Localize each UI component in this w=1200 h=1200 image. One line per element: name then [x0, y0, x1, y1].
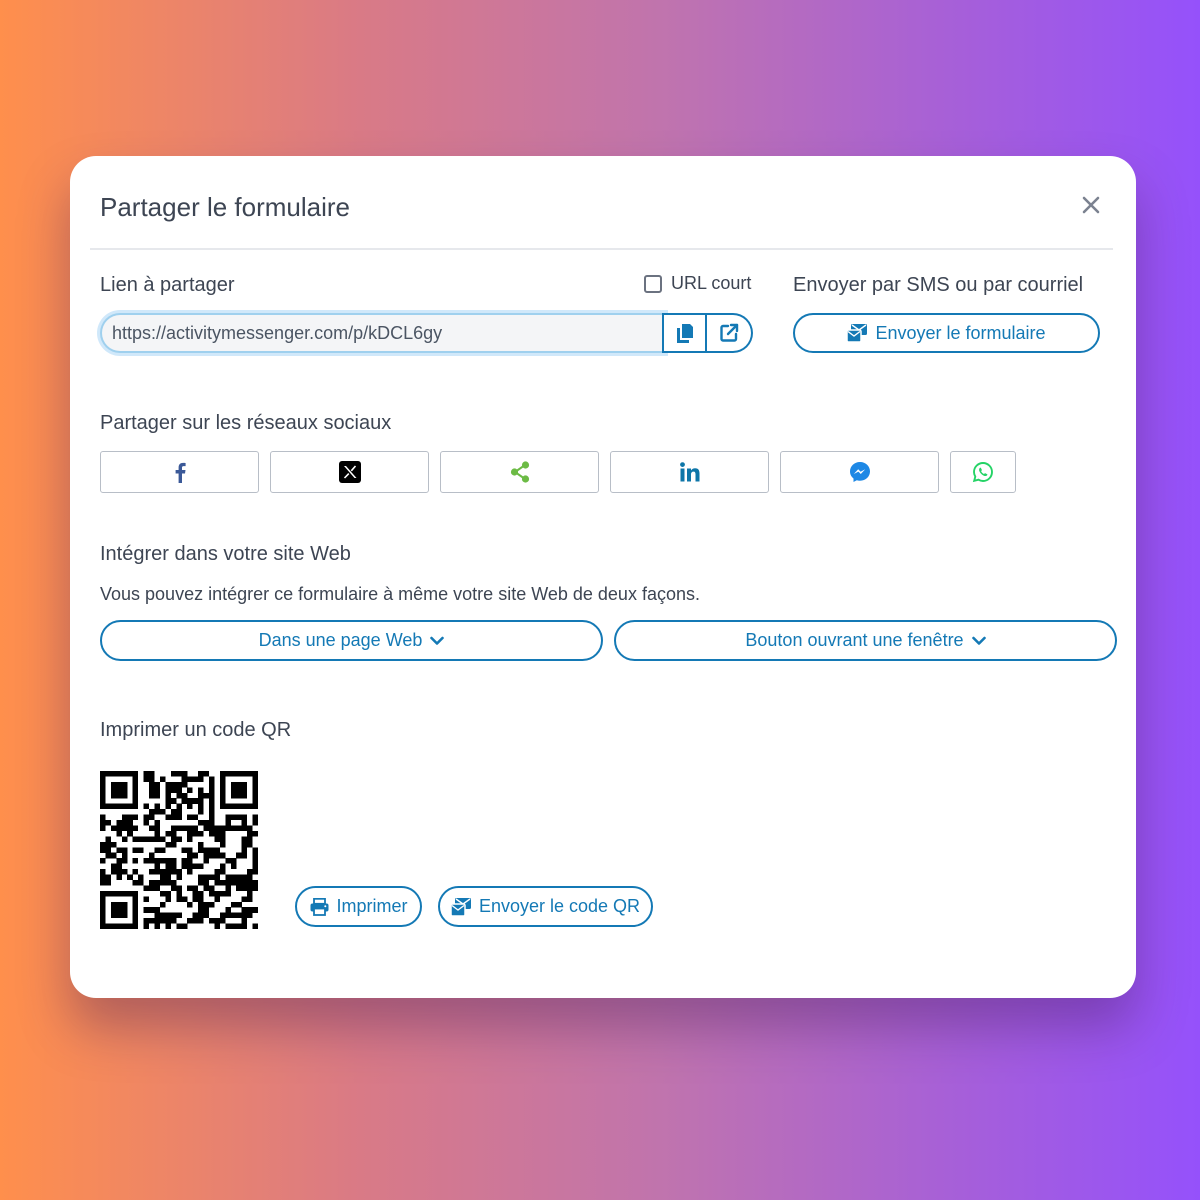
send-qr-button[interactable]: Envoyer le code QR — [438, 886, 653, 927]
share-facebook-button[interactable] — [100, 451, 259, 493]
print-qr-button[interactable]: Imprimer — [295, 886, 422, 927]
share-url-group — [100, 313, 754, 353]
share-link-label: Lien à partager — [100, 274, 235, 296]
modal-title: Partager le formulaire — [100, 192, 350, 222]
social-label: Partager sur les réseaux sociaux — [100, 412, 392, 434]
print-qr-button-label: Imprimer — [336, 896, 408, 916]
embed-popup-dropdown-label: Bouton ouvrant une fenêtre — [745, 630, 964, 650]
send-envelope-icon — [847, 324, 868, 342]
send-form-button-label: Envoyer le formulaire — [875, 322, 1046, 343]
whatsapp-icon — [972, 462, 993, 483]
share-linkedin-button[interactable] — [610, 451, 769, 493]
share-messenger-button[interactable] — [780, 451, 939, 493]
embed-description: Vous pouvez intégrer ce formulaire à mêm… — [100, 584, 700, 604]
embed-popup-dropdown[interactable]: Bouton ouvrant une fenêtre — [614, 620, 1117, 661]
chevron-down-icon — [430, 636, 445, 645]
copy-url-button[interactable] — [662, 313, 707, 353]
linkedin-icon — [679, 462, 699, 482]
external-link-icon — [720, 323, 739, 342]
qr-code-image — [100, 771, 258, 929]
share-icon — [510, 461, 529, 483]
share-form-modal: Partager le formulaire Lien à partager U… — [70, 156, 1136, 998]
embed-page-dropdown[interactable]: Dans une page Web — [100, 620, 603, 661]
messenger-icon — [849, 462, 870, 482]
short-url-label[interactable]: URL court — [671, 273, 751, 294]
send-qr-button-label: Envoyer le code QR — [478, 896, 641, 916]
share-url-input[interactable] — [100, 313, 665, 353]
send-form-button[interactable]: Envoyer le formulaire — [793, 313, 1100, 353]
send-envelope-icon — [450, 897, 471, 916]
chevron-down-icon — [971, 636, 986, 645]
copy-icon — [676, 323, 693, 343]
embed-page-dropdown-label: Dans une page Web — [258, 630, 423, 650]
printer-icon — [310, 897, 328, 916]
open-url-button[interactable] — [707, 313, 753, 353]
close-icon[interactable] — [1076, 190, 1106, 220]
qr-label: Imprimer un code QR — [100, 719, 292, 741]
share-generic-button[interactable] — [440, 451, 599, 493]
share-x-button[interactable] — [270, 451, 429, 493]
short-url-checkbox[interactable] — [644, 275, 662, 293]
header-divider — [90, 248, 1113, 250]
x-icon — [338, 461, 361, 483]
embed-label: Intégrer dans votre site Web — [100, 543, 351, 565]
send-label: Envoyer par SMS ou par courriel — [793, 274, 1084, 296]
facebook-icon — [175, 462, 186, 483]
share-whatsapp-button[interactable] — [950, 451, 1016, 493]
